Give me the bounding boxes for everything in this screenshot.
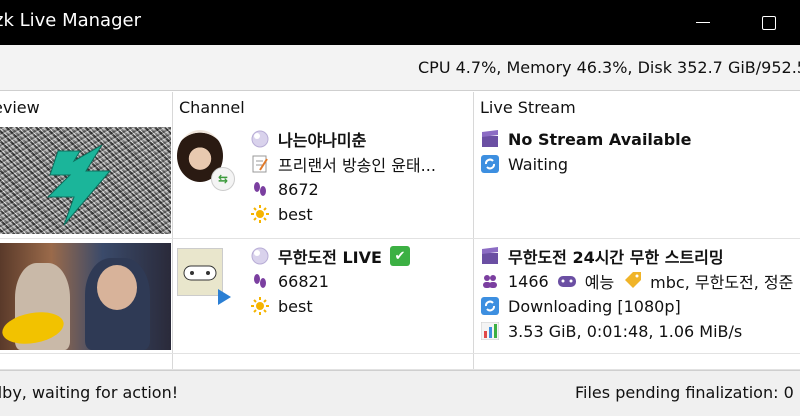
channel-quality: best <box>278 204 313 224</box>
channel-name: 나는야나미춘 <box>278 131 367 150</box>
stream-title-cell: 무한도전 24시간 무한 스트리밍 <box>480 244 724 268</box>
channel-quality-cell: best <box>250 294 313 318</box>
stream-category: 예능 <box>584 273 615 292</box>
stream-progress: 3.53 GiB, 0:01:48, 1.06 MiB/s <box>508 321 743 341</box>
stream-title-cell: No Stream Available <box>480 127 692 151</box>
stream-title: No Stream Available <box>508 129 692 149</box>
channel-quality-cell: best <box>250 202 313 226</box>
channel-followers-cell: 8672 <box>250 177 319 201</box>
channel-name-cell: 나는야나미춘 <box>250 127 366 151</box>
stream-viewers: 1466 <box>508 271 549 291</box>
maximize-button[interactable] <box>746 0 792 45</box>
stream-title: 무한도전 24시간 무한 스트리밍 <box>508 248 724 267</box>
channel-name: 무한도전 LIVE <box>278 248 382 267</box>
maximize-icon <box>762 15 776 30</box>
people-icon <box>480 271 500 291</box>
bar-chart-icon <box>480 321 500 341</box>
table-header: eview Channel Live Stream <box>0 92 800 125</box>
gamepad-logo-icon <box>183 265 217 281</box>
footprints-icon <box>250 271 270 291</box>
stream-preview-thumbnail <box>0 243 171 350</box>
stream-tags: mbc, 무한도전, 정준 <box>650 273 794 292</box>
gamepad-icon <box>557 271 577 291</box>
channel-description: 프리랜서 방송인 윤태... <box>278 156 436 175</box>
channel-avatar <box>177 248 223 296</box>
column-header-live-stream[interactable]: Live Stream <box>480 98 576 117</box>
system-stats-bar: CPU 4.7%, Memory 46.3%, Disk 352.7 GiB/9… <box>0 45 800 91</box>
stream-progress-cell: 3.53 GiB, 0:01:48, 1.06 MiB/s <box>480 319 742 343</box>
memo-icon <box>250 154 270 174</box>
check-icon: ✔ <box>389 246 410 266</box>
stream-preview-thumbnail <box>0 127 171 234</box>
footprints-icon <box>250 179 270 199</box>
minimize-button[interactable] <box>680 0 726 45</box>
sun-quality-icon <box>250 296 270 316</box>
connection-icon: ⇆ <box>211 167 235 191</box>
column-header-channel[interactable]: Channel <box>179 98 245 117</box>
channel-followers-cell: 66821 <box>250 269 329 293</box>
system-stats: CPU 4.7%, Memory 46.3%, Disk 352.7 GiB/9… <box>418 58 800 77</box>
channel-name-cell: 무한도전 LIVE ✔ <box>250 244 410 268</box>
channel-quality: best <box>278 296 313 316</box>
sun-quality-icon <box>250 204 270 224</box>
column-header-preview[interactable]: eview <box>0 98 40 117</box>
tag-icon <box>622 271 642 291</box>
minimize-icon <box>696 22 710 23</box>
play-indicator-icon <box>218 289 231 305</box>
title-bar: zk Live Manager <box>0 0 800 45</box>
pending-files-status: Files pending finalization: 0 [V <box>575 383 800 402</box>
stream-status-cell: Waiting <box>480 152 568 176</box>
status-bar: dby, waiting for action! Files pending f… <box>0 370 800 416</box>
pearl-orb-icon <box>250 129 270 149</box>
stream-status: Downloading [1080p] <box>508 296 681 316</box>
channel-description-cell: 프리랜서 방송인 윤태... <box>250 152 436 176</box>
channel-followers: 8672 <box>278 179 319 199</box>
refresh-icon <box>480 296 500 316</box>
table-row[interactable] <box>0 355 800 370</box>
status-message: dby, waiting for action! <box>0 383 179 402</box>
pearl-orb-icon <box>250 246 270 266</box>
window-title: zk Live Manager <box>0 10 141 31</box>
clapper-icon <box>480 129 500 149</box>
z-logo-icon <box>46 144 112 226</box>
clapper-icon <box>480 246 500 266</box>
stream-status-cell: Downloading [1080p] <box>480 294 681 318</box>
stream-status: Waiting <box>508 154 569 174</box>
channel-followers: 66821 <box>278 271 329 291</box>
refresh-icon <box>480 154 500 174</box>
stream-meta-cell: 1466 예능 mbc, 무한도전, 정준 <box>480 269 793 293</box>
